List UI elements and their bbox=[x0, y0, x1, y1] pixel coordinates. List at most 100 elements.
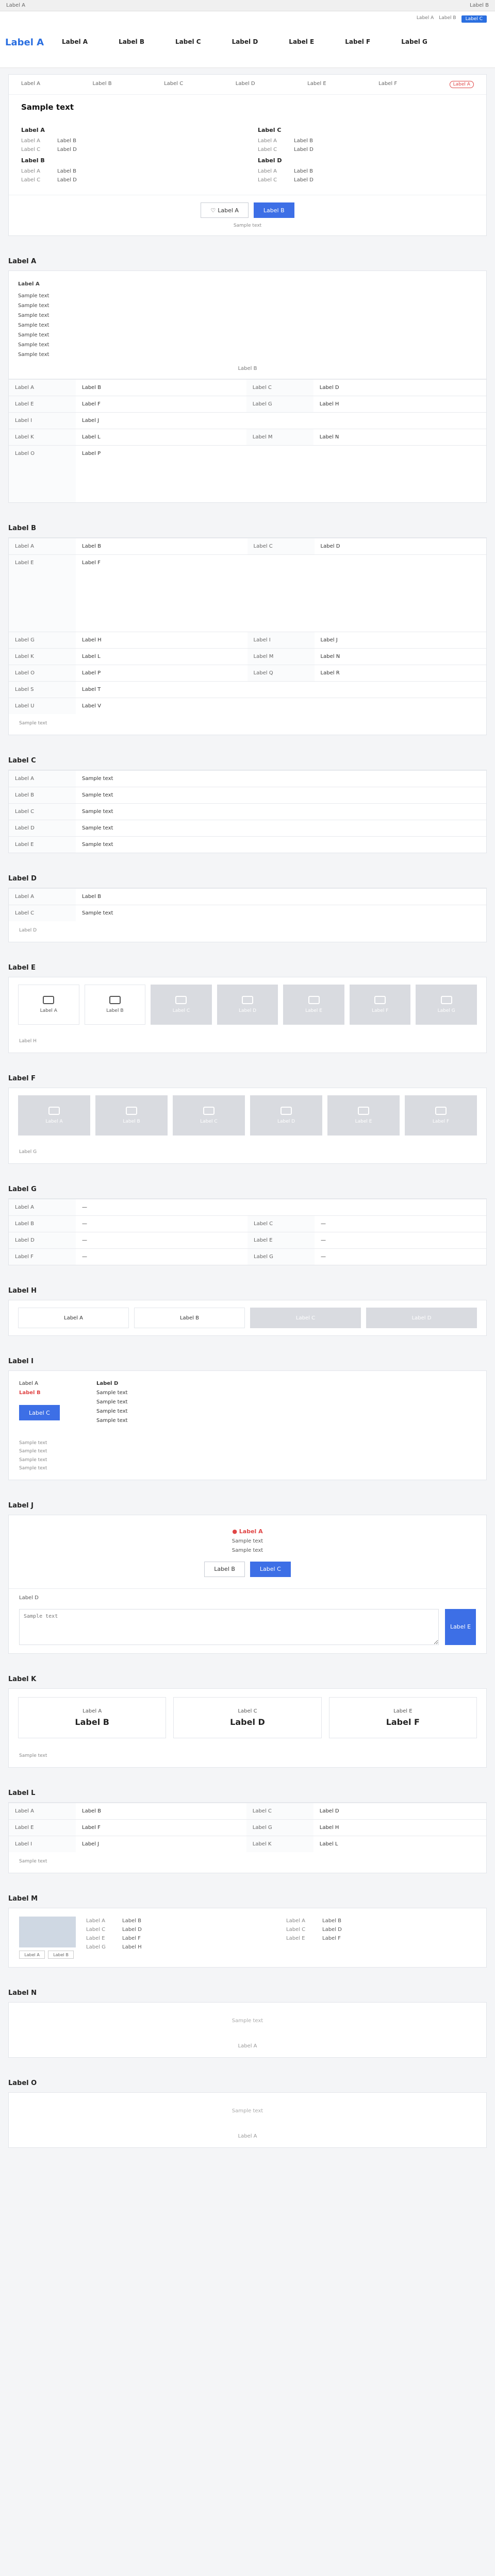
summary-value: Label D bbox=[294, 177, 314, 183]
meal-icon bbox=[241, 995, 253, 1004]
company-info: Label A Label B Label A Label B Label C La… bbox=[9, 1908, 486, 1967]
summary-value: Label D bbox=[294, 147, 314, 152]
contact-button-2[interactable]: Label C bbox=[250, 1561, 291, 1577]
table-row: Label A Label B bbox=[9, 888, 486, 905]
desc-line: Sample text bbox=[18, 342, 50, 348]
site-logo[interactable]: Label A bbox=[5, 37, 44, 48]
nav-item-5[interactable]: Label E bbox=[289, 38, 314, 45]
nav-item-7[interactable]: Label G bbox=[401, 38, 427, 45]
apply-bullet: Sample text bbox=[19, 1449, 47, 1454]
company-key: Label A bbox=[86, 1918, 105, 1924]
table-cell: Label J bbox=[76, 412, 486, 429]
table-header-cell: Label C bbox=[9, 803, 76, 820]
summary-left-title: Label A bbox=[21, 127, 45, 133]
apply-left: Label A Label B Label C bbox=[19, 1379, 91, 1426]
table-cell: Sample text bbox=[76, 836, 486, 853]
conditions-card: Label A Sample text Sample text Sample t… bbox=[8, 270, 487, 503]
utility-link-1[interactable]: Label A bbox=[417, 15, 434, 23]
similar-pager[interactable]: Label A bbox=[9, 2129, 486, 2147]
table-cell: Label D bbox=[314, 537, 486, 554]
benefit-label: Label D bbox=[238, 1008, 257, 1013]
benefit-tile: Label C bbox=[151, 984, 212, 1025]
question-textarea[interactable] bbox=[19, 1608, 439, 1645]
nav-item-4[interactable]: Label D bbox=[232, 38, 258, 45]
table-cell: Label F bbox=[76, 396, 246, 413]
nav-item-1[interactable]: Label A bbox=[62, 38, 88, 45]
company-row: Label C Label D bbox=[286, 1925, 476, 1934]
nav-item-3[interactable]: Label C bbox=[175, 38, 201, 45]
topbar-left-text: Label A bbox=[6, 3, 25, 8]
benefits-sub: Label H bbox=[19, 1038, 37, 1044]
apply-bullets: Sample text Sample text Sample text Samp… bbox=[9, 1434, 486, 1480]
job-tab-2[interactable]: Label B bbox=[93, 81, 112, 88]
summary-value: Label D bbox=[57, 147, 77, 152]
summary-key: Label C bbox=[258, 147, 277, 152]
question-submit-button[interactable]: Label E bbox=[445, 1608, 476, 1645]
job-tab-4[interactable]: Label D bbox=[236, 81, 255, 88]
nav-item-6[interactable]: Label F bbox=[345, 38, 370, 45]
company-thumb[interactable]: Label A bbox=[19, 1951, 45, 1959]
job-summary-card: Label A Label B Label C Label D Label E … bbox=[8, 74, 487, 236]
table-header-cell: Label C bbox=[247, 537, 315, 554]
related-pager[interactable]: Label A bbox=[9, 2039, 486, 2057]
apply-right-line: Sample text bbox=[96, 1418, 128, 1424]
health-icon bbox=[440, 995, 452, 1004]
table-cell: Label B bbox=[76, 1802, 246, 1820]
table-cell: Label B bbox=[76, 888, 486, 905]
other-card: Label A Label B Label C Sample text Label … bbox=[8, 887, 487, 942]
company-value: Label D bbox=[122, 1927, 142, 1933]
table-cell: Sample text bbox=[76, 803, 486, 820]
table-row: Label E Label F bbox=[9, 554, 486, 632]
job-tab-6[interactable]: Label F bbox=[378, 81, 397, 88]
scrap-button[interactable]: ♡ Label A bbox=[201, 202, 249, 218]
apply-box: Label A Label B Label C Label D Sample t… bbox=[9, 1371, 486, 1434]
company-thumb[interactable]: Label B bbox=[48, 1951, 74, 1959]
ramp-icon bbox=[126, 1107, 137, 1115]
utility-link-2[interactable]: Label B bbox=[439, 15, 456, 23]
job-tab-1[interactable]: Label A bbox=[21, 81, 40, 88]
company-key: Label G bbox=[86, 1944, 106, 1951]
benefit-tile: Label A bbox=[18, 984, 79, 1025]
table-header-cell: Label S bbox=[9, 681, 76, 698]
table-cell: Label J bbox=[76, 1835, 246, 1852]
topbar-right-text[interactable]: Label B bbox=[470, 3, 489, 8]
summary-right-title: Label C bbox=[258, 127, 282, 133]
job-tab-5[interactable]: Label E bbox=[307, 81, 326, 88]
company-row: Label A Label B bbox=[86, 1917, 276, 1925]
table-cell: Label H bbox=[313, 396, 486, 413]
job-tab-3[interactable]: Label C bbox=[164, 81, 183, 88]
expand-more-link[interactable]: Label B bbox=[18, 364, 477, 374]
recruiter-card: Label A Label B Label C Label D Label E Labe… bbox=[8, 1802, 487, 1874]
benefit-label: Label G bbox=[437, 1008, 455, 1013]
table-cell: — bbox=[315, 1215, 486, 1232]
login-button[interactable]: Label C bbox=[461, 15, 487, 23]
disabled-grid: Label A Label B Label C Label D Label E … bbox=[9, 1088, 486, 1143]
table-header-cell: Label M bbox=[247, 648, 315, 665]
section-title-benefits: Label E bbox=[8, 963, 36, 972]
qa-label: Label D bbox=[19, 1595, 39, 1601]
table-row: Label C Sample text bbox=[9, 803, 486, 820]
env-table: Label A — Label B — Label C — Label D — Label … bbox=[9, 1199, 486, 1265]
section-title-stats: Label K bbox=[8, 1675, 37, 1683]
table-header-cell: Label F bbox=[9, 1248, 76, 1265]
apply-bullet: Sample text bbox=[19, 1465, 47, 1471]
summary-value: Label B bbox=[57, 168, 77, 174]
summary-value: Label B bbox=[294, 168, 314, 174]
nav-item-2[interactable]: Label B bbox=[119, 38, 144, 45]
benefit-label: Label B bbox=[106, 1008, 124, 1013]
summary-key: Label C bbox=[21, 147, 41, 152]
apply-button[interactable]: Label B bbox=[253, 202, 294, 218]
main-nav: Label A Label B Label C Label D Label E … bbox=[62, 38, 427, 45]
table-header-cell: Label K bbox=[246, 1835, 314, 1852]
table-row: Label F — Label G — bbox=[9, 1248, 486, 1265]
disabled-label: Label B bbox=[123, 1119, 140, 1125]
table-cell: Label N bbox=[313, 429, 486, 446]
benefit-tile: Label D bbox=[217, 984, 278, 1025]
apply-online-button[interactable]: Label C bbox=[19, 1405, 60, 1421]
section-title-welfare: Label C bbox=[8, 756, 36, 765]
table-header-cell: Label A bbox=[9, 770, 76, 787]
contact-button-1[interactable]: Label B bbox=[204, 1561, 245, 1577]
benefits-grid: Label A Label B Label C Label D Label E … bbox=[9, 977, 486, 1032]
summary-row: Label C Label D bbox=[21, 176, 237, 184]
company-photo bbox=[19, 1917, 76, 1948]
